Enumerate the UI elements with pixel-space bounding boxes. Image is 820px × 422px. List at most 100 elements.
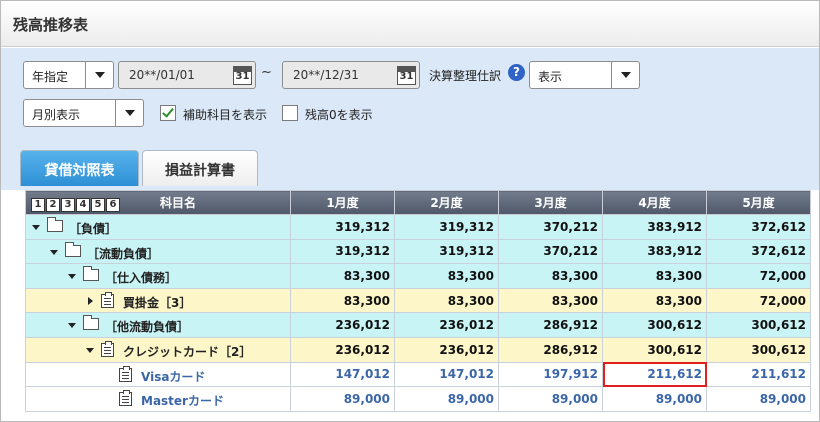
folder-icon bbox=[83, 315, 99, 331]
amount-cell[interactable]: 83,300 bbox=[290, 263, 395, 289]
amount-cell[interactable]: 83,300 bbox=[498, 287, 603, 314]
account-name-cell[interactable]: Masterカード bbox=[25, 386, 291, 412]
level-button-2[interactable]: 2 bbox=[46, 198, 60, 212]
collapse-arrow-icon[interactable] bbox=[50, 249, 58, 255]
level-button-6[interactable]: 6 bbox=[106, 198, 120, 212]
amount-cell[interactable]: 89,000 bbox=[706, 386, 811, 412]
period-mode-value: 年指定 bbox=[32, 70, 69, 84]
account-name: Visaカード bbox=[141, 369, 206, 384]
account-name-cell[interactable]: ［負債］ bbox=[25, 214, 291, 240]
account-name-cell[interactable]: クレジットカード［2］ bbox=[25, 336, 291, 363]
amount-cell[interactable]: 83,300 bbox=[394, 263, 499, 289]
account-name-cell[interactable]: 買掛金［3］ bbox=[25, 287, 291, 314]
amount-cell[interactable]: 89,000 bbox=[290, 386, 395, 412]
account-name: Masterカード bbox=[141, 394, 224, 409]
chevron-down-icon[interactable] bbox=[85, 62, 113, 88]
date-to-value: 20**/12/31 bbox=[293, 68, 359, 82]
amount-cell[interactable]: 286,912 bbox=[498, 336, 603, 363]
collapse-arrow-icon[interactable] bbox=[86, 347, 94, 353]
level-button-5[interactable]: 5 bbox=[91, 198, 105, 212]
amount-cell[interactable]: 83,300 bbox=[602, 287, 707, 314]
show-sub-accounts-label[interactable]: 補助科目を表示 bbox=[183, 106, 267, 123]
table-row[interactable]: 買掛金［3］ 83,300 83,300 83,300 83,300 72,000 bbox=[25, 287, 811, 314]
closing-entry-select[interactable]: 表示 bbox=[529, 61, 640, 89]
amount-cell[interactable]: 83,300 bbox=[394, 287, 499, 314]
tab-balance-sheet[interactable]: 貸借対照表 bbox=[20, 150, 139, 186]
account-name: ［負債］ bbox=[69, 222, 118, 236]
account-name-cell[interactable]: ［流動負債］ bbox=[25, 238, 291, 265]
column-header-month: 2月度 bbox=[394, 190, 499, 215]
date-from-value: 20**/01/01 bbox=[129, 68, 195, 82]
folder-icon bbox=[83, 266, 99, 282]
account-name-cell[interactable]: Visaカード bbox=[25, 361, 291, 388]
range-separator: ~ bbox=[261, 65, 272, 80]
amount-cell[interactable]: 300,612 bbox=[706, 336, 811, 363]
chevron-down-icon[interactable] bbox=[611, 62, 639, 88]
amount-cell[interactable]: 286,912 bbox=[498, 312, 603, 338]
amount-cell[interactable]: 83,300 bbox=[498, 263, 603, 289]
highlighted-amount-cell[interactable]: 211,612 bbox=[602, 361, 707, 388]
show-zero-balance-checkbox[interactable] bbox=[282, 105, 298, 121]
help-icon[interactable]: ? bbox=[508, 64, 525, 81]
amount-cell[interactable]: 300,612 bbox=[602, 336, 707, 363]
amount-cell[interactable]: 83,300 bbox=[602, 263, 707, 289]
table-row[interactable]: Visaカード 147,012 147,012 197,912 211,612 211,6… bbox=[25, 361, 811, 388]
show-zero-balance-label[interactable]: 残高0を表示 bbox=[305, 106, 373, 123]
amount-cell[interactable]: 147,012 bbox=[290, 361, 395, 388]
table-row[interactable]: ［他流動負債］ 236,012 236,012 286,912 300,612 300,6… bbox=[25, 312, 811, 338]
amount-cell[interactable]: 236,012 bbox=[290, 336, 395, 363]
amount-cell[interactable]: 147,012 bbox=[394, 361, 499, 388]
table-body: ［負債］ 319,312 319,312 370,212 383,912 372,612 ［… bbox=[25, 214, 811, 412]
table-row[interactable]: ［流動負債］ 319,312 319,312 370,212 383,912 372,61… bbox=[25, 238, 811, 265]
amount-cell[interactable]: 383,912 bbox=[602, 214, 707, 240]
amount-cell[interactable]: 372,612 bbox=[706, 238, 811, 265]
level-button-4[interactable]: 4 bbox=[76, 198, 90, 212]
account-name: ［他流動負債］ bbox=[105, 320, 190, 335]
amount-cell[interactable]: 383,912 bbox=[602, 238, 707, 265]
amount-cell[interactable]: 300,612 bbox=[602, 312, 707, 338]
account-name-cell[interactable]: ［仕入債務］ bbox=[25, 263, 291, 289]
calendar-icon[interactable]: 31 bbox=[397, 66, 416, 85]
collapse-arrow-icon[interactable] bbox=[68, 323, 76, 329]
amount-cell[interactable]: 300,612 bbox=[706, 312, 811, 338]
date-from-field[interactable]: 20**/01/01 31 bbox=[118, 61, 256, 89]
amount-cell[interactable]: 89,000 bbox=[498, 386, 603, 412]
amount-cell[interactable]: 72,000 bbox=[706, 287, 811, 314]
amount-cell[interactable]: 370,212 bbox=[498, 214, 603, 240]
amount-cell[interactable]: 372,612 bbox=[706, 214, 811, 240]
report-tabs: 貸借対照表 損益計算書 bbox=[1, 132, 819, 190]
amount-cell[interactable]: 236,012 bbox=[394, 312, 499, 338]
table-row[interactable]: ［仕入債務］ 83,300 83,300 83,300 83,300 72,000 bbox=[25, 263, 811, 289]
amount-cell[interactable]: 319,312 bbox=[394, 238, 499, 265]
calendar-icon[interactable]: 31 bbox=[233, 66, 252, 85]
period-mode-select[interactable]: 年指定 bbox=[23, 61, 114, 89]
amount-cell[interactable]: 72,000 bbox=[706, 263, 811, 289]
amount-cell[interactable]: 370,212 bbox=[498, 238, 603, 265]
amount-cell[interactable]: 89,000 bbox=[602, 386, 707, 412]
collapse-arrow-icon[interactable] bbox=[68, 274, 76, 280]
table-row[interactable]: ［負債］ 319,312 319,312 370,212 383,912 372,612 bbox=[25, 214, 811, 240]
amount-cell[interactable]: 89,000 bbox=[394, 386, 499, 412]
chevron-down-icon[interactable] bbox=[115, 100, 143, 126]
account-name: ［流動負債］ bbox=[87, 246, 160, 261]
amount-cell[interactable]: 236,012 bbox=[290, 312, 395, 338]
amount-cell[interactable]: 236,012 bbox=[394, 336, 499, 363]
amount-cell[interactable]: 319,312 bbox=[394, 214, 499, 240]
amount-cell[interactable]: 83,300 bbox=[290, 287, 395, 314]
display-unit-select[interactable]: 月別表示 bbox=[23, 99, 144, 127]
amount-cell[interactable]: 211,612 bbox=[706, 361, 811, 388]
level-button-3[interactable]: 3 bbox=[61, 198, 75, 212]
date-to-field[interactable]: 20**/12/31 31 bbox=[282, 61, 420, 89]
table-row[interactable]: クレジットカード［2］ 236,012 236,012 286,912 300,612 3… bbox=[25, 336, 811, 363]
table-row[interactable]: Masterカード 89,000 89,000 89,000 89,000 89,000 bbox=[25, 386, 811, 412]
amount-cell[interactable]: 319,312 bbox=[290, 214, 395, 240]
expand-arrow-icon[interactable] bbox=[88, 296, 93, 305]
tab-income-statement[interactable]: 損益計算書 bbox=[142, 150, 258, 186]
column-header-account: 123456 科目名 bbox=[25, 190, 291, 215]
collapse-arrow-icon[interactable] bbox=[32, 225, 40, 230]
account-name-cell[interactable]: ［他流動負債］ bbox=[25, 312, 291, 338]
level-button-1[interactable]: 1 bbox=[31, 198, 45, 212]
show-sub-accounts-checkbox[interactable] bbox=[160, 105, 176, 121]
amount-cell[interactable]: 319,312 bbox=[290, 238, 395, 265]
amount-cell[interactable]: 197,912 bbox=[498, 361, 603, 388]
